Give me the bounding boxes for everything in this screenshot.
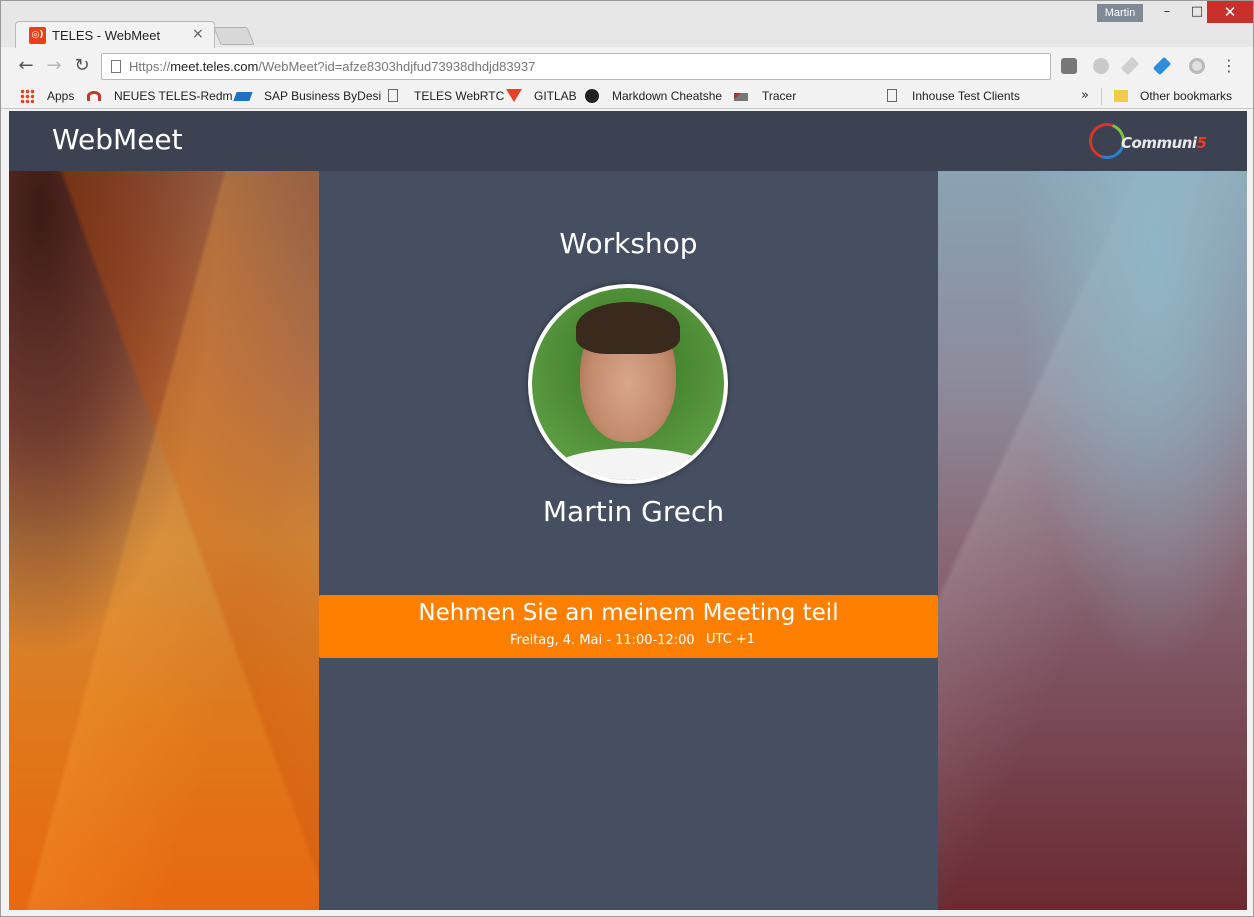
page-icon xyxy=(388,89,398,102)
back-button[interactable]: ← xyxy=(15,56,37,78)
url-text[interactable]: Https://meet.teles.com/WebMeet?id=afze83… xyxy=(129,59,535,74)
new-tab-button[interactable] xyxy=(213,27,255,45)
sap-icon xyxy=(233,92,253,101)
other-bookmarks[interactable]: Other bookmarks xyxy=(1140,84,1232,109)
extension-c-icon[interactable] xyxy=(1093,58,1109,74)
bookmark-sap-bydesign[interactable]: SAP Business ByDesi xyxy=(264,84,381,109)
page-icon xyxy=(111,60,121,73)
teles-favicon-icon: ◎) xyxy=(29,27,46,44)
bookmark-markdown-cheatsheet[interactable]: Markdown Cheatshe xyxy=(612,84,722,109)
minimize-button[interactable]: – xyxy=(1151,1,1183,23)
extension-record-icon[interactable] xyxy=(1189,58,1205,74)
apps-grid-icon xyxy=(20,89,34,103)
folder-icon xyxy=(1114,90,1128,102)
bookmark-gitlab[interactable]: GITLAB xyxy=(534,84,577,109)
browser-menu-icon[interactable]: ⋮ xyxy=(1221,55,1237,77)
github-icon xyxy=(585,89,599,103)
page-icon xyxy=(887,89,897,102)
bookmark-tracer[interactable]: Tracer xyxy=(762,84,796,109)
background-left xyxy=(9,171,319,910)
bookmarks-bar: Apps NEUES TELES-Redm SAP Business ByDes… xyxy=(1,84,1253,109)
extension-feather-grey-icon[interactable] xyxy=(1120,56,1140,76)
background-right xyxy=(938,171,1247,910)
tab-webmeet[interactable]: ◎) TELES - WebMeet × xyxy=(15,21,215,49)
meeting-date: Freitag, 4. Mai - 11:00-12:00 xyxy=(510,633,695,648)
join-meeting-label: Nehmen Sie an meinem Meeting teil xyxy=(418,600,839,626)
app-header: WebMeet Communi5 xyxy=(9,111,1247,171)
brand-title: WebMeet xyxy=(52,123,183,156)
browser-toolbar: ← → ↻ Https://meet.teles.com/WebMeet?id=… xyxy=(1,48,1253,84)
host-avatar xyxy=(528,284,728,484)
profile-button[interactable]: Martin xyxy=(1097,4,1143,22)
reload-button[interactable]: ↻ xyxy=(71,56,93,78)
meeting-timezone: UTC +1 xyxy=(706,632,756,647)
communi5-logo: Communi5 xyxy=(1083,117,1207,165)
redmine-icon xyxy=(87,91,101,101)
more-bookmarks-icon[interactable]: » xyxy=(1081,84,1089,108)
bookmark-inhouse-test-clients[interactable]: Inhouse Test Clients xyxy=(912,84,1020,109)
close-window-button[interactable]: ✕ xyxy=(1207,1,1253,23)
bookmark-apps[interactable]: Apps xyxy=(47,84,74,109)
page-content: WebMeet Communi5 Workshop Martin Grech N… xyxy=(9,111,1247,910)
forward-button[interactable]: → xyxy=(43,56,65,78)
browser-window: ◎) TELES - WebMeet × Martin – □ ✕ ← → ↻ … xyxy=(0,0,1254,917)
host-name: Martin Grech xyxy=(542,495,725,528)
bookmark-teles-redmine[interactable]: NEUES TELES-Redm xyxy=(114,84,232,109)
bookmarks-separator xyxy=(1101,88,1102,105)
tracer-icon xyxy=(734,93,748,101)
meeting-panel: Workshop Martin Grech Nehmen Sie an mein… xyxy=(319,171,938,910)
tab-strip: ◎) TELES - WebMeet × Martin – □ ✕ xyxy=(1,1,1253,49)
bookmark-teles-webrtc[interactable]: TELES WebRTC xyxy=(414,84,504,109)
logo-text: Communi5 xyxy=(1121,134,1207,152)
gitlab-icon xyxy=(506,89,522,102)
extension-feather-blue-icon[interactable] xyxy=(1152,56,1172,76)
extension-shield-icon[interactable] xyxy=(1061,58,1077,74)
join-meeting-button[interactable]: Nehmen Sie an meinem Meeting teil Freita… xyxy=(319,595,938,658)
tab-close-icon[interactable]: × xyxy=(192,26,204,42)
address-bar[interactable]: Https://meet.teles.com/WebMeet?id=afze83… xyxy=(101,53,1051,80)
tab-title: TELES - WebMeet xyxy=(52,28,161,43)
meeting-title: Workshop xyxy=(559,227,698,260)
